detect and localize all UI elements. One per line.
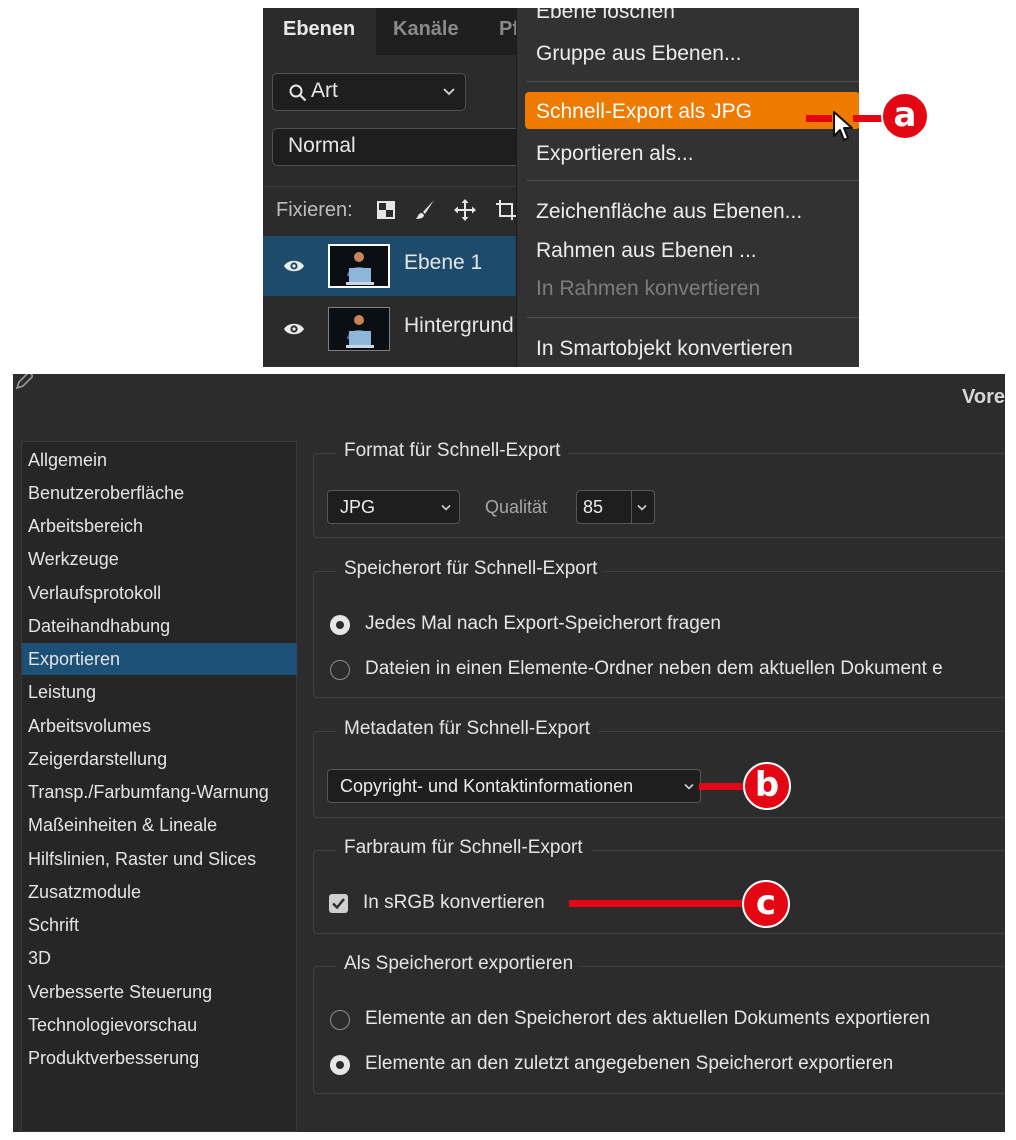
nav-item-benutzeroberflaeche[interactable]: Benutzeroberfläche [22, 477, 297, 509]
nav-item-technologievorschau[interactable]: Technologievorschau [22, 1009, 297, 1041]
radio-save-last-location-label: Elemente an den zuletzt angegebenen Spei… [365, 1053, 894, 1074]
nav-item-werkzeuge[interactable]: Werkzeuge [22, 543, 297, 575]
layer-filter-select[interactable]: Art [272, 73, 466, 111]
menu-item-exportieren-als[interactable]: Exportieren als... [536, 142, 694, 166]
layer-context-menu: Ebene löschen Gruppe aus Ebenen... Schne… [516, 8, 859, 367]
chevron-down-icon [684, 783, 694, 790]
preferences-title: Vore [962, 386, 1005, 408]
lock-move-icon[interactable] [453, 198, 477, 222]
nav-item-dateihandhabung[interactable]: Dateihandhabung [22, 610, 297, 642]
radio-location-folder-label: Dateien in einen Elemente-Ordner neben d… [365, 658, 943, 679]
search-icon [289, 84, 307, 102]
nav-item-3d[interactable]: 3D [22, 942, 297, 974]
menu-item-rahmen-aus-ebenen[interactable]: Rahmen aus Ebenen ... [536, 239, 757, 263]
menu-separator [527, 317, 859, 318]
chevron-down-icon [441, 504, 451, 511]
layer-row-hintergrund[interactable]: Hintergrund [263, 299, 516, 359]
callout-badge-c: c [742, 880, 790, 928]
menu-separator [527, 180, 859, 181]
nav-item-arbeitsbereich[interactable]: Arbeitsbereich [22, 510, 297, 542]
eye-icon[interactable] [283, 319, 305, 339]
nav-item-schrift[interactable]: Schrift [22, 909, 297, 941]
callout-badge-a: a [881, 92, 929, 140]
lock-row: Fixieren: [263, 186, 516, 233]
preferences-nav: Allgemein Benutzeroberfläche Arbeitsbere… [21, 441, 297, 1132]
callout-c-line [569, 900, 744, 907]
quality-label: Qualität [485, 497, 548, 517]
nav-item-transp-farbumfang[interactable]: Transp./Farbumfang-Warnung [22, 776, 297, 808]
layer-name: Ebene 1 [404, 251, 483, 274]
nav-item-exportieren[interactable]: Exportieren [22, 643, 297, 675]
menu-item-in-rahmen-konvertieren: In Rahmen konvertieren [536, 277, 761, 300]
callout-b-line [699, 783, 745, 790]
radio-save-current-doc[interactable] [330, 1010, 350, 1030]
preferences-dialog: Vore Allgemein Benutzeroberfläche Arbeit… [13, 374, 1005, 1132]
layers-panel-screenshot: Ebenen Kanäle Pf Art Normal Fixieren: Eb… [263, 8, 859, 367]
nav-item-arbeitsvolumes[interactable]: Arbeitsvolumes [22, 710, 297, 742]
blend-mode-label: Normal [288, 134, 356, 157]
nav-item-verbesserte-steuerung[interactable]: Verbesserte Steuerung [22, 976, 297, 1008]
nav-item-hilfslinien[interactable]: Hilfslinien, Raster und Slices [22, 843, 297, 875]
layers-panel-tabs: Ebenen Kanäle Pf [263, 8, 519, 55]
nav-item-verlaufsprotokoll[interactable]: Verlaufsprotokoll [22, 577, 297, 609]
radio-location-ask-label: Jedes Mal nach Export-Speicherort fragen [365, 613, 721, 634]
callout-a-line [853, 115, 883, 122]
layer-name: Hintergrund [404, 314, 514, 337]
radio-save-current-doc-label: Elemente an den Speicherort des aktuelle… [365, 1008, 931, 1029]
pencil-icon [15, 374, 33, 390]
nav-item-zeigerdarstellung[interactable]: Zeigerdarstellung [22, 743, 297, 775]
metadata-value: Copyright- und Kontaktinformationen [340, 776, 634, 796]
checkmark-icon [332, 898, 345, 910]
checkbox-srgb[interactable] [329, 894, 348, 913]
menu-item-ebene-loeschen[interactable]: Ebene löschen [536, 8, 675, 24]
menu-item-smartobjekt[interactable]: In Smartobjekt konvertieren [536, 337, 793, 361]
chevron-down-icon [637, 504, 647, 511]
checkbox-srgb-label: In sRGB konvertieren [363, 892, 545, 913]
lock-brush-icon[interactable] [413, 198, 437, 222]
quality-divider [631, 491, 632, 523]
layer-thumbnail [328, 307, 390, 351]
person-laptop-thumbnail-icon [330, 246, 388, 286]
radio-location-folder[interactable] [330, 660, 350, 680]
group-format-title: Format für Schnell-Export [336, 440, 569, 462]
quality-select[interactable]: 85 [576, 490, 655, 524]
radio-location-ask[interactable] [330, 615, 350, 635]
nav-item-masseinheiten[interactable]: Maßeinheiten & Lineale [22, 809, 297, 841]
group-location-title: Speicherort für Schnell-Export [336, 558, 606, 580]
tab-kanaele[interactable]: Kanäle [393, 8, 459, 55]
nav-item-leistung[interactable]: Leistung [22, 676, 297, 708]
group-metadata-title: Metadaten für Schnell-Export [336, 718, 599, 740]
eye-icon[interactable] [283, 256, 305, 276]
layer-filter-label: Art [311, 79, 338, 102]
menu-item-gruppe-aus-ebenen[interactable]: Gruppe aus Ebenen... [536, 42, 741, 66]
group-save-location-title: Als Speicherort exportieren [336, 953, 582, 975]
nav-item-zusatzmodule[interactable]: Zusatzmodule [22, 876, 297, 908]
lock-label: Fixieren: [276, 199, 353, 221]
radio-save-last-location[interactable] [330, 1055, 350, 1075]
menu-item-schnell-export-jpg[interactable]: Schnell-Export als JPG [536, 100, 752, 124]
layer-row-ebene-1[interactable]: Ebene 1 [263, 236, 516, 296]
lock-artboard-icon[interactable] [495, 199, 517, 221]
group-colorspace-title: Farbraum für Schnell-Export [336, 837, 591, 859]
menu-item-zeichenflaeche[interactable]: Zeichenfläche aus Ebenen... [536, 200, 802, 224]
lock-transparency-icon[interactable] [376, 200, 396, 220]
callout-badge-b: b [743, 762, 791, 810]
format-value: JPG [340, 497, 376, 517]
chevron-down-icon [443, 88, 455, 96]
callout-a-line [806, 115, 832, 122]
quality-value: 85 [583, 497, 604, 517]
menu-separator [527, 81, 859, 82]
nav-item-allgemein[interactable]: Allgemein [22, 444, 297, 476]
tab-ebenen[interactable]: Ebenen [263, 8, 376, 55]
person-laptop-thumbnail-icon [329, 308, 389, 350]
layer-thumbnail [328, 244, 390, 288]
nav-item-produktverbesserung[interactable]: Produktverbesserung [22, 1042, 297, 1074]
format-select[interactable]: JPG [327, 490, 460, 524]
blend-mode-select[interactable]: Normal [272, 128, 522, 166]
metadata-select[interactable]: Copyright- und Kontaktinformationen [327, 769, 701, 803]
